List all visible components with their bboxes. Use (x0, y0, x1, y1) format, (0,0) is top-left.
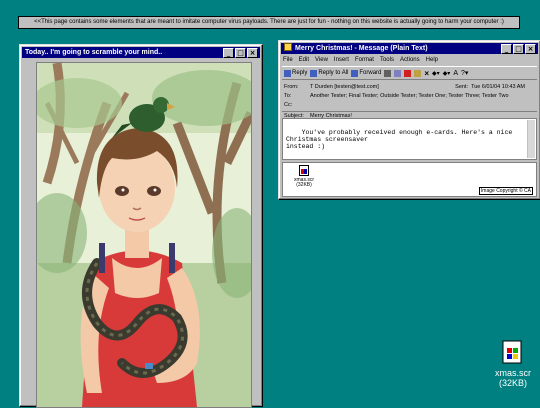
picture-window-titlebar[interactable]: Today.. I'm going to scramble your mind.… (22, 47, 260, 58)
email-window-titlebar[interactable]: Merry Christmas! - Message (Plain Text) … (281, 43, 538, 54)
maximize-button[interactable]: □ (513, 44, 524, 54)
picture-window-title: Today.. I'm going to scramble your mind.… (25, 49, 163, 56)
menu-file[interactable]: File (283, 55, 293, 65)
print-icon[interactable] (384, 69, 392, 77)
next-item-icon[interactable]: ◆▾ (443, 70, 451, 77)
reply-icon (284, 69, 291, 77)
attachment-pane: xmas.scr (32KB) Image Copyright © CA (282, 162, 537, 197)
cc-label: Cc: (284, 102, 293, 108)
sent-value: Sent: Tue 6/01/04 10:43 AM (455, 84, 525, 90)
body-scrollbar[interactable] (527, 120, 535, 158)
desktop-icon-name: xmas.scr (495, 368, 531, 378)
image-copyright: Image Copyright © CA (478, 187, 533, 195)
reply-all-button[interactable]: Reply to All (310, 69, 348, 77)
from-label: From: (284, 84, 299, 90)
menu-view[interactable]: View (315, 55, 328, 65)
maximize-button[interactable]: □ (235, 48, 246, 58)
close-button[interactable]: × (247, 48, 258, 58)
message-body[interactable]: You've probably received enough e-cards.… (282, 118, 537, 160)
minimize-button[interactable]: _ (501, 44, 512, 54)
email-message-window[interactable]: Merry Christmas! - Message (Plain Text) … (278, 40, 540, 200)
menu-edit[interactable]: Edit (299, 55, 309, 65)
email-window-title: Merry Christmas! - Message (Plain Text) (295, 45, 428, 52)
menu-insert[interactable]: Insert (334, 55, 349, 65)
move-icon[interactable] (394, 69, 402, 77)
menu-bar: File Edit View Insert Format Tools Actio… (283, 55, 438, 65)
message-body-text: You've probably received enough e-cards.… (286, 129, 513, 150)
menu-help[interactable]: Help (426, 55, 438, 65)
email-toolbar: Reply Reply to All Forward × ◆▾ ◆▾ A ?▾ (282, 66, 537, 80)
envelope-icon (284, 43, 292, 51)
forward-button[interactable]: Forward (351, 69, 381, 77)
illustration-girl-with-parrot-and-snake (36, 62, 252, 408)
minimize-button[interactable]: _ (223, 48, 234, 58)
flag-icon[interactable] (404, 69, 412, 77)
address-book-icon[interactable]: A (453, 70, 458, 77)
screensaver-file-icon (299, 165, 309, 176)
contacts-icon[interactable] (414, 69, 422, 77)
screensaver-file-icon (502, 340, 524, 364)
to-value: Another Tester; Final Tester; Outside Te… (310, 93, 509, 99)
previous-item-icon[interactable]: ◆▾ (432, 70, 440, 77)
from-value: T Durden [testen@test.com] (310, 84, 379, 90)
menu-format[interactable]: Format (355, 55, 374, 65)
close-button[interactable]: × (525, 44, 536, 54)
delete-icon[interactable]: × (424, 69, 429, 78)
attachment-size: (32KB) (296, 182, 312, 188)
help-icon[interactable]: ?▾ (461, 69, 468, 77)
reply-button[interactable]: Reply (284, 69, 307, 77)
menu-actions[interactable]: Actions (400, 55, 420, 65)
reply-all-icon (310, 69, 318, 77)
desktop-icon-size: (32KB) (498, 378, 527, 388)
picture-window[interactable]: Today.. I'm going to scramble your mind.… (19, 44, 263, 408)
menu-tools[interactable]: Tools (380, 55, 394, 65)
desktop-icon-xmas-scr[interactable]: xmas.scr (32KB) (487, 340, 539, 388)
to-label: To: (284, 93, 292, 99)
warning-banner: <<This page contains some elements that … (18, 16, 520, 29)
attachment-xmas-scr[interactable]: xmas.scr (32KB) (292, 165, 316, 188)
forward-icon (351, 69, 359, 77)
